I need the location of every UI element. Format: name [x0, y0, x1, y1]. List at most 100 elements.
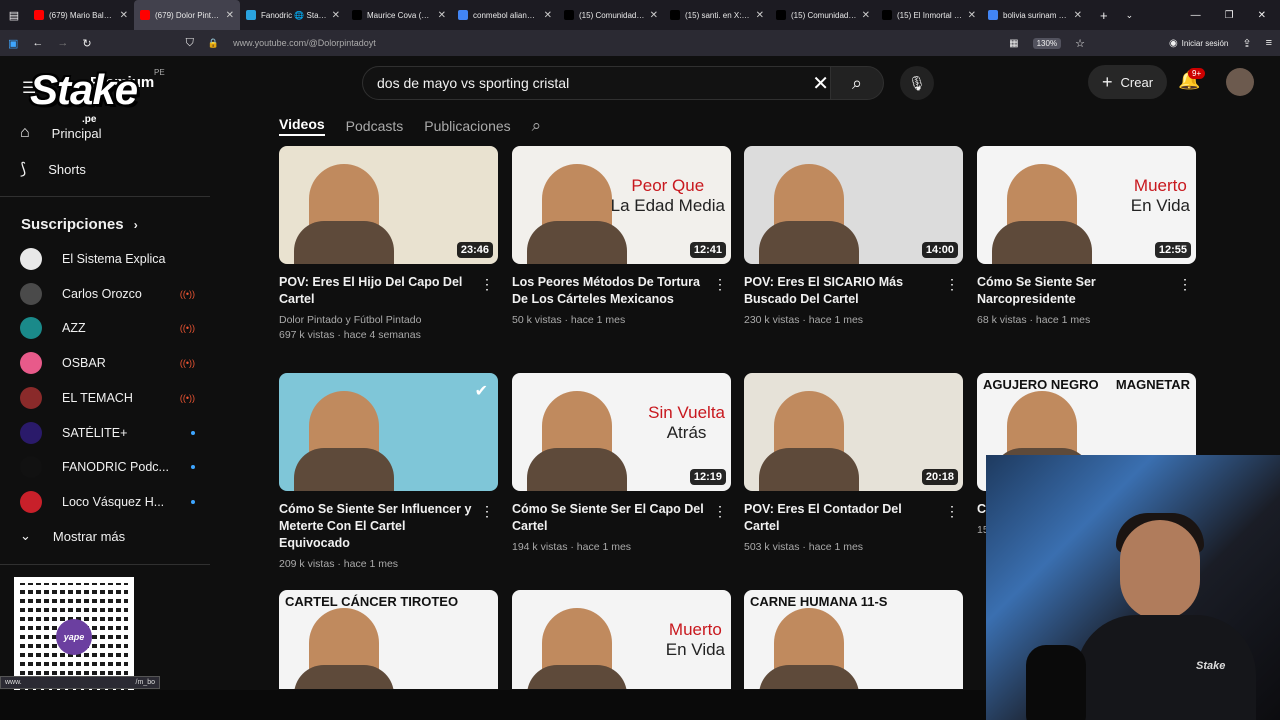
subscription-item[interactable]: AZZ ((•)): [20, 317, 195, 340]
video-card[interactable]: 14:00 POV: Eres El SICARIO Más Buscado De…: [744, 146, 963, 328]
video-card[interactable]: Muerto En Vida: [512, 590, 731, 689]
more-options-icon[interactable]: ⋮: [713, 503, 727, 520]
tab-videos[interactable]: Videos: [279, 116, 325, 136]
close-tab-icon[interactable]: ✕: [438, 10, 446, 21]
url-bar[interactable]: www.youtube.com/@Dolorpintadoyt: [233, 38, 995, 48]
subscription-item[interactable]: FANODRIC Podc...: [20, 456, 195, 479]
more-options-icon[interactable]: ⋮: [945, 276, 959, 293]
video-card[interactable]: 23:46 POV: Eres El Hijo Del Capo Del Cart…: [279, 146, 498, 343]
browser-tab[interactable]: (15) Comunidad Fa ✕: [558, 0, 664, 30]
close-tab-icon[interactable]: ✕: [968, 10, 976, 21]
close-tab-icon[interactable]: ✕: [862, 10, 870, 21]
video-title[interactable]: POV: Eres El SICARIO Más Buscado Del Car…: [744, 274, 963, 308]
queue-check-icon[interactable]: ✔: [475, 381, 488, 401]
browser-tab[interactable]: conmebol alianza li ✕: [452, 0, 558, 30]
video-card[interactable]: Peor Que La Edad Media 12:41 Los Peores Mét…: [512, 146, 731, 328]
extensions-icon[interactable]: ⇪: [1242, 37, 1251, 50]
tab-podcasts[interactable]: Podcasts: [346, 118, 404, 134]
close-tab-icon[interactable]: ✕: [544, 10, 552, 21]
browser-tab[interactable]: (679) Mario Balotelli ✕: [28, 0, 134, 30]
clear-search-icon[interactable]: ✕: [812, 71, 829, 96]
browser-tab[interactable]: (679) Dolor Pintado ✕: [134, 0, 240, 30]
menu-icon[interactable]: ≡: [1266, 37, 1272, 49]
search-button[interactable]: ⌕: [830, 66, 884, 100]
user-avatar[interactable]: [1226, 68, 1254, 96]
close-window-icon[interactable]: ✕: [1258, 10, 1266, 21]
video-thumbnail[interactable]: ✔: [279, 373, 498, 491]
tab-posts[interactable]: Publicaciones: [424, 118, 510, 134]
shield-icon[interactable]: ⛉: [186, 37, 194, 50]
sidebar-toggle-icon[interactable]: ▣: [8, 37, 18, 50]
more-options-icon[interactable]: ⋮: [1178, 276, 1192, 293]
video-thumbnail[interactable]: Muerto En Vida 12:55: [977, 146, 1196, 264]
subscription-item[interactable]: SATÉLITE+: [20, 421, 195, 444]
video-card[interactable]: CARNE HUMANA 11-S: [744, 590, 963, 689]
video-card[interactable]: Muerto En Vida 12:55 Cómo Se Siente Ser Nar…: [977, 146, 1196, 328]
create-button[interactable]: + Crear: [1088, 65, 1168, 99]
video-card[interactable]: 20:18 POV: Eres El Contador Del Cartel ⋮ 50…: [744, 373, 963, 555]
close-tab-icon[interactable]: ✕: [226, 10, 234, 21]
video-thumbnail[interactable]: CARTEL CÁNCER TIROTEO: [279, 590, 498, 689]
forward-icon[interactable]: →: [57, 37, 68, 49]
browser-tab[interactable]: (15) Comunidades / ✕: [770, 0, 876, 30]
close-tab-icon[interactable]: ✕: [756, 10, 764, 21]
video-card[interactable]: ✔ Cómo Se Siente Ser Influencer y Meterte…: [279, 373, 498, 572]
close-tab-icon[interactable]: ✕: [650, 10, 658, 21]
shorts-icon: ⟆: [20, 161, 27, 178]
video-thumbnail[interactable]: Peor Que La Edad Media 12:41: [512, 146, 731, 264]
more-options-icon[interactable]: ⋮: [480, 276, 494, 293]
close-tab-icon[interactable]: ✕: [332, 10, 340, 21]
reader-icon[interactable]: ▦: [1009, 38, 1018, 49]
tab-overflow-icon[interactable]: ⌄: [1126, 10, 1134, 21]
subscription-item[interactable]: OSBAR ((•)): [20, 352, 195, 375]
zoom-level[interactable]: 130%: [1032, 37, 1062, 49]
video-title[interactable]: Cómo Se Siente Ser Narcopresidente: [977, 274, 1196, 308]
video-channel[interactable]: Dolor Pintado y Fútbol Pintado: [279, 313, 498, 328]
sidebar-item-home[interactable]: ⌂ Principal: [20, 124, 102, 142]
login-button[interactable]: Iniciar sesión: [1182, 39, 1229, 48]
more-options-icon[interactable]: ⋮: [713, 276, 727, 293]
video-title[interactable]: POV: Eres El Hijo Del Capo Del Cartel: [279, 274, 498, 308]
video-thumbnail[interactable]: CARNE HUMANA 11-S: [744, 590, 963, 689]
browser-tab[interactable]: bolivia surinam - Bu ✕: [982, 0, 1088, 30]
close-tab-icon[interactable]: ✕: [120, 10, 128, 21]
browser-tab[interactable]: (15) El Inmortal 🇪🇸 ✕: [876, 0, 982, 30]
back-icon[interactable]: ←: [32, 37, 43, 49]
bookmark-star-icon[interactable]: ☆: [1075, 37, 1085, 50]
account-icon[interactable]: ◉: [1169, 38, 1178, 49]
video-thumbnail[interactable]: 14:00: [744, 146, 963, 264]
video-title[interactable]: Cómo Se Siente Ser Influencer y Meterte …: [279, 501, 498, 552]
search-input[interactable]: dos de mayo vs sporting cristal ✕: [362, 66, 840, 100]
sidebar-item-shorts[interactable]: ⟆ Shorts: [20, 159, 86, 179]
video-title[interactable]: POV: Eres El Contador Del Cartel: [744, 501, 963, 535]
subscriptions-heading[interactable]: Suscripciones ›: [21, 216, 138, 233]
video-thumbnail[interactable]: 20:18: [744, 373, 963, 491]
video-thumbnail[interactable]: Muerto En Vida: [512, 590, 731, 689]
subscription-item[interactable]: El Sistema Explica: [20, 248, 195, 270]
more-options-icon[interactable]: ⋮: [480, 503, 494, 520]
voice-search-button[interactable]: 🎙: [900, 66, 934, 100]
browser-tab[interactable]: (15) santi. en X: "Ay ✕: [664, 0, 770, 30]
channel-search-icon[interactable]: ⌕: [532, 116, 542, 136]
reload-icon[interactable]: ↻: [82, 37, 91, 50]
browser-tab[interactable]: Maurice Cova (Cara ✕: [346, 0, 452, 30]
show-more-button[interactable]: ⌄ Mostrar más: [20, 528, 125, 544]
minimize-icon[interactable]: —: [1191, 10, 1201, 21]
browser-tab[interactable]: Fanodric 🌐 Stake ✕: [240, 0, 346, 30]
close-tab-icon[interactable]: ✕: [1074, 10, 1082, 21]
subscription-item[interactable]: Carlos Orozco ((•)): [20, 282, 195, 305]
video-thumbnail[interactable]: 23:46: [279, 146, 498, 264]
video-card[interactable]: Sin Vuelta Atrás 12:19 Cómo Se Siente Ser E…: [512, 373, 731, 555]
video-thumbnail[interactable]: Sin Vuelta Atrás 12:19: [512, 373, 731, 491]
video-title[interactable]: Los Peores Métodos De Tortura De Los Cár…: [512, 274, 731, 308]
new-tab-icon[interactable]: +: [1100, 8, 1108, 23]
video-card[interactable]: CARTEL CÁNCER TIROTEO: [279, 590, 498, 689]
maximize-icon[interactable]: ❐: [1225, 10, 1234, 21]
thumbnail-figure-shirt: [527, 665, 627, 689]
more-options-icon[interactable]: ⋮: [945, 503, 959, 520]
video-title[interactable]: Cómo Se Siente Ser El Capo Del Cartel: [512, 501, 731, 535]
subscription-item[interactable]: Loco Vásquez H...: [20, 490, 195, 513]
tab-favicon-icon: [776, 10, 786, 20]
subscription-item[interactable]: EL TEMACH ((•)): [20, 386, 195, 409]
tab-list-icon[interactable]: ▤: [0, 9, 28, 22]
